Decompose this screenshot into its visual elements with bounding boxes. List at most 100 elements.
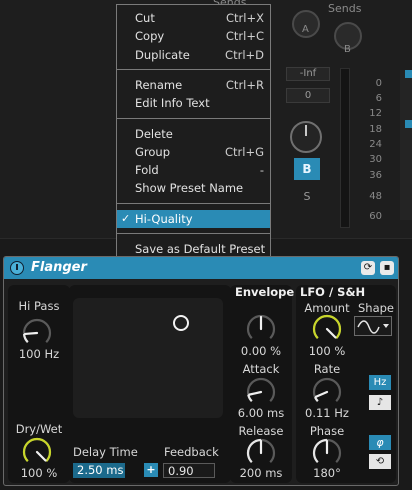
delay-feedback-xy-pad[interactable] xyxy=(73,298,223,418)
attack-value: 6.00 ms xyxy=(237,406,285,420)
menu-item-label: Show Preset Name xyxy=(135,181,244,196)
crossfade-b-button[interactable]: B xyxy=(294,158,320,180)
release-label: Release xyxy=(238,424,284,438)
db-label: 0 xyxy=(375,78,382,89)
menu-item-cut[interactable]: Cut Ctrl+X xyxy=(117,9,270,27)
menu-item-duplicate[interactable]: Duplicate Ctrl+D xyxy=(117,46,270,64)
menu-separator xyxy=(117,68,270,70)
menu-item-delete[interactable]: Delete xyxy=(117,125,270,143)
menu-item-label: Hi-Quality xyxy=(135,211,193,226)
feedback-polarity-button[interactable]: + xyxy=(144,463,158,477)
flanger-device: Flanger ⟳ ▪ Hi Pass 100 Hz Dry/Wet 100 %… xyxy=(3,256,399,486)
level-meter xyxy=(340,68,350,228)
menu-item-fold[interactable]: Fold - xyxy=(117,161,270,179)
lfo-shape-dropdown[interactable] xyxy=(354,316,392,336)
dry-wet-knob[interactable] xyxy=(22,437,52,467)
menu-item-label: Delete xyxy=(135,126,173,141)
menu-item-shortcut: Ctrl+D xyxy=(225,47,264,62)
power-icon[interactable] xyxy=(10,261,24,275)
db-label: 6 xyxy=(375,93,382,104)
menu-item-shortcut: Ctrl+G xyxy=(224,144,264,159)
hi-pass-knob[interactable] xyxy=(22,318,52,348)
menu-item-hi-quality[interactable]: ✓ Hi-Quality xyxy=(117,209,270,228)
rate-knob[interactable] xyxy=(312,377,342,407)
rate-sync-note-icon[interactable]: ♪ xyxy=(369,395,391,410)
menu-separator xyxy=(117,233,270,234)
attack-label: Attack xyxy=(242,362,280,376)
envelope-title: Envelope xyxy=(235,285,295,299)
menu-item-label: Cut xyxy=(135,11,155,25)
menu-item-rename[interactable]: Rename Ctrl+R xyxy=(117,76,270,94)
dry-wet-label: Dry/Wet xyxy=(15,422,63,436)
send-b-label: B xyxy=(344,44,351,55)
menu-item-label: Fold xyxy=(135,163,159,178)
menu-item-shortcut: - xyxy=(259,163,264,178)
rate-hz-mode-button[interactable]: Hz xyxy=(369,375,391,390)
rate-value: 0.11 Hz xyxy=(305,406,349,420)
db-label: 24 xyxy=(369,139,382,150)
menu-item-label: Duplicate xyxy=(135,47,190,62)
checkmark-icon: ✓ xyxy=(121,211,131,225)
phase-mode-icon[interactable]: φ xyxy=(369,435,391,450)
phase-label: Phase xyxy=(309,424,345,438)
db-label: 12 xyxy=(369,108,382,119)
menu-item-shortcut: Ctrl+X xyxy=(226,11,264,25)
db-label: 30 xyxy=(369,154,382,165)
menu-item-label: Copy xyxy=(135,29,165,44)
menu-separator xyxy=(117,202,270,204)
send-a-label: A xyxy=(302,24,309,35)
spin-mode-icon[interactable]: ⟲ xyxy=(369,454,391,469)
lfo-amount-label: Amount xyxy=(304,301,350,315)
phase-knob[interactable] xyxy=(312,438,342,468)
phase-value: 180° xyxy=(313,466,341,480)
solo-button[interactable]: S xyxy=(294,188,320,206)
track-volume-field[interactable]: -Inf xyxy=(286,67,330,81)
attack-knob[interactable] xyxy=(246,377,276,407)
save-preset-icon[interactable]: ▪ xyxy=(380,261,394,275)
adjacent-track-strip xyxy=(400,70,412,220)
release-value: 200 ms xyxy=(239,466,283,480)
envelope-amount-knob[interactable] xyxy=(246,314,276,344)
rate-label: Rate xyxy=(313,362,341,376)
xy-pad-handle[interactable] xyxy=(173,315,189,331)
lfo-amount-knob[interactable] xyxy=(312,314,342,344)
menu-item-label: Edit Info Text xyxy=(135,96,210,111)
envelope-panel: Envelope 0.00 % Attack 6.00 ms Release 2… xyxy=(230,285,295,483)
sends-title: Sends xyxy=(328,2,362,15)
feedback-field[interactable]: 0.90 xyxy=(163,463,215,478)
adjacent-track-indicator xyxy=(405,70,412,78)
menu-item-label: Rename xyxy=(135,77,183,92)
db-label: 18 xyxy=(369,124,382,135)
hot-swap-icon[interactable]: ⟳ xyxy=(361,261,375,275)
db-label: 60 xyxy=(369,211,382,222)
lfo-amount-value: 100 % xyxy=(308,344,346,358)
delay-panel: Delay Time Feedback 2.50 ms + 0.90 xyxy=(69,285,231,483)
delay-time-label: Delay Time xyxy=(73,445,138,459)
delay-time-field[interactable]: 2.50 ms xyxy=(73,463,125,478)
context-menu: Cut Ctrl+X Copy Ctrl+C Duplicate Ctrl+D Rename… xyxy=(116,4,271,259)
release-knob[interactable] xyxy=(246,438,276,468)
pan-knob[interactable] xyxy=(290,121,322,153)
menu-item-label: Group xyxy=(135,144,171,159)
dry-wet-value: 100 % xyxy=(20,466,58,480)
menu-item-show-preset-name[interactable]: Show Preset Name xyxy=(117,179,270,197)
device-title: Flanger xyxy=(31,260,87,275)
db-label: 36 xyxy=(369,170,382,181)
menu-item-copy[interactable]: Copy Ctrl+C xyxy=(117,27,270,45)
menu-item-edit-info-text[interactable]: Edit Info Text xyxy=(117,94,270,112)
menu-item-group[interactable]: Group Ctrl+G xyxy=(117,143,270,161)
adjacent-track-indicator xyxy=(405,120,412,128)
menu-item-shortcut: Ctrl+C xyxy=(225,29,264,44)
feedback-label: Feedback xyxy=(164,445,219,459)
envelope-amount-value: 0.00 % xyxy=(240,344,282,358)
db-label: 48 xyxy=(369,191,382,202)
sine-wave-icon xyxy=(357,320,389,334)
device-title-bar[interactable]: Flanger ⟳ ▪ xyxy=(4,257,398,279)
track-pan-field[interactable]: 0 xyxy=(286,88,330,103)
menu-item-shortcut: Ctrl+R xyxy=(225,77,264,92)
hi-pass-label: Hi Pass xyxy=(18,299,60,313)
hi-pass-value: 100 Hz xyxy=(18,347,60,361)
filter-panel: Hi Pass 100 Hz Dry/Wet 100 % xyxy=(8,285,70,483)
lfo-title: LFO / S&H xyxy=(300,285,366,299)
menu-separator xyxy=(117,117,270,119)
